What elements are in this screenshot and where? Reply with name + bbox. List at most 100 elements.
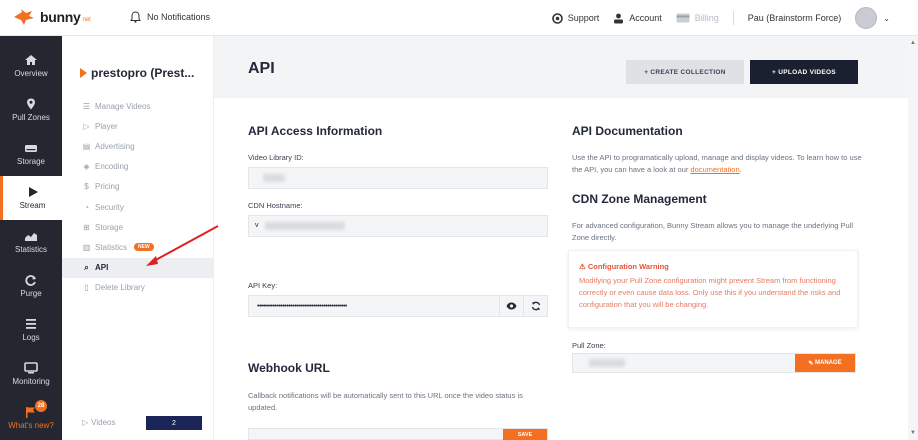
nav-label-logs: Logs xyxy=(22,333,40,342)
nav-item-monitoring[interactable]: Monitoring xyxy=(0,352,62,396)
dollar-icon: $ xyxy=(84,182,89,192)
menu-item-storage[interactable]: ⊞ Storage xyxy=(62,217,214,237)
menu-item-pricing[interactable]: $ Pricing xyxy=(62,177,214,197)
refresh-icon xyxy=(25,275,36,286)
library-title-text: prestopro (Prest... xyxy=(91,66,195,80)
nav-item-pull-zones[interactable]: Pull Zones xyxy=(0,88,62,132)
bunny-logo[interactable]: bunny net xyxy=(12,8,91,26)
nav-label-purge: Purge xyxy=(20,289,42,298)
menu-item-statistics[interactable]: ▥ Statistics NEW xyxy=(62,237,214,257)
storage-icon: ⊞ xyxy=(83,222,90,232)
logo-text: bunny xyxy=(40,9,81,25)
api-documentation-title: API Documentation xyxy=(572,124,683,138)
menu-label: Manage Videos xyxy=(95,101,151,111)
webhook-url-field[interactable]: SAVE xyxy=(248,428,548,440)
menu-label: Statistics xyxy=(95,242,128,252)
create-collection-button[interactable]: + CREATE COLLECTION xyxy=(626,60,744,84)
warning-body: Modifying your Pull Zone configuration m… xyxy=(579,276,841,309)
nav-label-overview: Overview xyxy=(14,69,48,78)
api-key-field[interactable]: ••••••••••••••••••••••••••••••••••••••••… xyxy=(248,295,548,317)
avatar[interactable] xyxy=(855,7,878,29)
library-title[interactable]: prestopro (Prest... xyxy=(80,66,194,80)
redacted-value xyxy=(263,174,285,182)
scroll-down-icon[interactable]: ▼ xyxy=(910,430,916,436)
nav-item-statistics[interactable]: Statistics xyxy=(0,220,62,264)
menu-item-security[interactable]: ◔ Security xyxy=(62,197,214,217)
account-link[interactable]: Account xyxy=(613,13,662,24)
save-button[interactable]: SAVE xyxy=(503,429,547,440)
support-icon xyxy=(551,12,563,24)
bell-icon xyxy=(130,11,141,23)
library-sidebar: prestopro (Prest... ☰ Manage Videos ▷ Pl… xyxy=(62,36,214,440)
nav-item-whats-new[interactable]: 28 What's new? xyxy=(0,396,62,440)
main-content: API + CREATE COLLECTION + UPLOAD VIDEOS … xyxy=(214,36,908,440)
monitor-icon xyxy=(24,362,38,374)
top-right-menu: Support Account Billing Pau (Brainstorm … xyxy=(551,6,890,30)
notifications-button[interactable]: No Notifications xyxy=(130,11,210,23)
pull-zone-field[interactable]: ✎ MANAGE xyxy=(572,353,856,373)
redacted-value xyxy=(589,359,625,367)
shield-icon: ◔ xyxy=(84,202,89,212)
menu-item-manage-videos[interactable]: ☰ Manage Videos xyxy=(62,96,214,116)
billing-link[interactable]: Billing xyxy=(676,13,719,23)
menu-label: Delete Library xyxy=(95,283,145,293)
menu-label: Encoding xyxy=(95,162,129,172)
nav-item-storage[interactable]: Storage xyxy=(0,132,62,176)
nav-item-stream[interactable]: Stream xyxy=(0,176,62,220)
scroll-up-icon[interactable]: ▲ xyxy=(910,40,916,46)
edit-icon: ✎ xyxy=(808,360,816,367)
nav-label-monitoring: Monitoring xyxy=(12,377,50,386)
nav-label-whats-new: What's new? xyxy=(8,421,54,430)
manage-label: MANAGE xyxy=(815,360,842,366)
logo-suffix: net xyxy=(82,16,91,23)
refresh-icon[interactable] xyxy=(523,296,547,316)
user-name[interactable]: Pau (Brainstorm Force) xyxy=(748,13,842,23)
menu-label: Player xyxy=(95,121,118,131)
warning-title: Configuration Warning xyxy=(587,262,669,271)
nav-item-overview[interactable]: Overview xyxy=(0,44,62,88)
api-key-label: API Key: xyxy=(248,281,278,290)
api-key-actions xyxy=(499,296,547,316)
cdn-hostname-field[interactable]: v xyxy=(248,215,548,237)
nav-label-stream: Stream xyxy=(19,201,46,210)
menu-item-api[interactable]: ⌕ API xyxy=(62,257,214,278)
play-icon xyxy=(28,187,38,197)
list-icon: ☰ xyxy=(82,101,91,111)
menu-item-encoding[interactable]: ◈ Encoding xyxy=(62,157,214,177)
page-scrollbar[interactable]: ▲ ▼ xyxy=(908,36,918,440)
nav-item-purge[interactable]: Purge xyxy=(0,264,62,308)
list-icon xyxy=(26,319,36,329)
menu-item-delete-library[interactable]: ▯ Delete Library xyxy=(62,278,214,298)
videos-label: Videos xyxy=(91,418,116,427)
new-badge: NEW xyxy=(134,243,154,252)
upload-videos-button[interactable]: + UPLOAD VIDEOS xyxy=(750,60,858,84)
main-nav: Overview Pull Zones Storage Stream Stati… xyxy=(0,36,62,440)
videos-link[interactable]: ▷ Videos xyxy=(82,418,115,427)
menu-item-advertising[interactable]: ▤ Advertising xyxy=(62,136,214,156)
encoding-icon: ◈ xyxy=(83,162,90,172)
menu-item-player[interactable]: ▷ Player xyxy=(62,116,214,136)
ad-icon: ▤ xyxy=(82,141,91,151)
menu-label: API xyxy=(95,263,109,273)
cdn-hostname-label: CDN Hostname: xyxy=(248,201,303,210)
home-icon xyxy=(25,55,37,65)
webhook-title: Webhook URL xyxy=(248,361,330,375)
menu-label: Security xyxy=(95,202,124,212)
chevron-down-icon[interactable]: ⌄ xyxy=(883,14,890,23)
manage-button[interactable]: ✎ MANAGE xyxy=(795,354,855,372)
nav-label-storage: Storage xyxy=(16,157,46,166)
cdn-hostname-prefix: v xyxy=(255,222,259,229)
drive-icon xyxy=(25,145,37,152)
api-access-title: API Access Information xyxy=(248,124,383,138)
nav-item-logs[interactable]: Logs xyxy=(0,308,62,352)
notifications-label: No Notifications xyxy=(147,12,211,22)
documentation-link[interactable]: documentation xyxy=(690,165,739,174)
pin-icon xyxy=(27,98,35,110)
card-icon xyxy=(676,13,690,23)
webhook-description: Callback notifications will be automatic… xyxy=(248,391,523,412)
video-library-id-field[interactable] xyxy=(248,167,548,189)
warning-title-row: ⚠ Configuration Warning xyxy=(579,262,669,271)
nav-label-statistics: Statistics xyxy=(14,245,47,254)
eye-icon[interactable] xyxy=(499,296,523,316)
support-link[interactable]: Support xyxy=(551,12,599,24)
